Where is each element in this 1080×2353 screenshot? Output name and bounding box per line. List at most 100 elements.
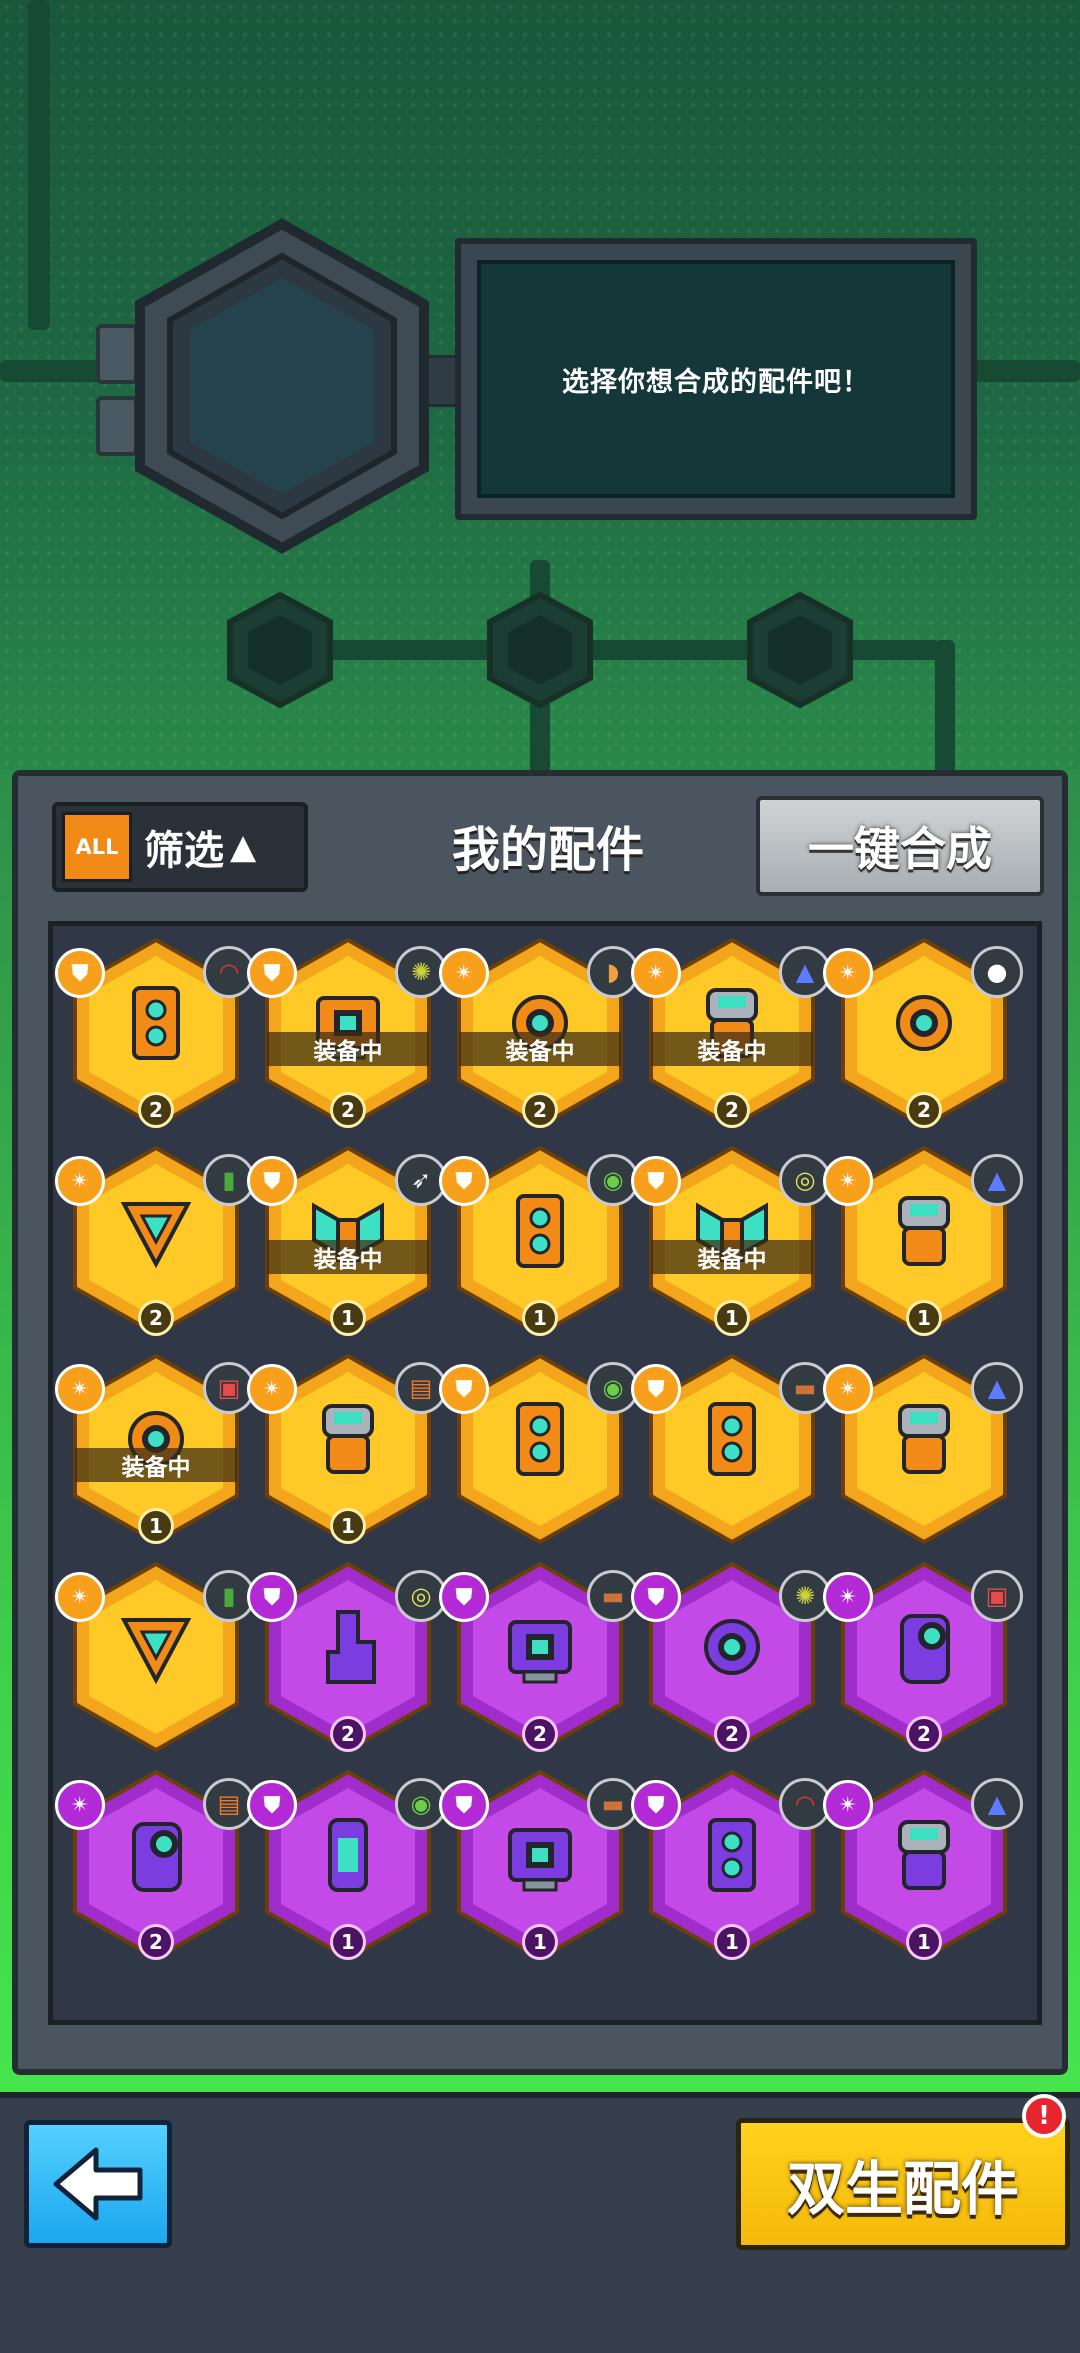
filter-button[interactable]: ALL 筛选 ▲ xyxy=(52,802,308,892)
level-badge: 1 xyxy=(714,1924,750,1960)
equipped-label: 装备中 xyxy=(267,1240,429,1274)
part-tile[interactable]: ✴ ▲ 1 xyxy=(823,1142,1023,1342)
filter-label: 筛选 xyxy=(144,828,224,874)
ball-icon: ● xyxy=(971,946,1023,998)
claw-type-icon: ✴ xyxy=(631,948,681,998)
part-tile[interactable]: ⛊ ▬ 2 xyxy=(439,1558,639,1758)
part-tile[interactable]: ⛊ ✺ 装备中 2 xyxy=(247,934,447,1134)
part-artwork xyxy=(704,1619,760,1675)
part-tile[interactable]: ✴ ▲ 装备中 2 xyxy=(631,934,831,1134)
level-badge: 1 xyxy=(330,1300,366,1336)
part-tile[interactable]: ✴ ▮ 2 xyxy=(55,1142,255,1342)
shield-type-icon: ⛊ xyxy=(247,1780,297,1830)
merge-all-button[interactable]: 一键合成 xyxy=(756,796,1044,896)
part-artwork xyxy=(120,1202,192,1269)
arrow-left-icon xyxy=(53,2147,143,2221)
claw-type-icon: ✴ xyxy=(55,1156,105,1206)
part-tile[interactable]: ⛊ ◉ xyxy=(439,1350,639,1550)
part-tile[interactable]: ✴ ▤ 1 xyxy=(247,1350,447,1550)
part-tile[interactable]: ⛊ ▬ xyxy=(631,1350,831,1550)
level-badge: 1 xyxy=(138,1508,174,1544)
part-tile[interactable]: ⛊ ➶ 装备中 1 xyxy=(247,1142,447,1342)
part-tile[interactable]: ⛊ ◠ 2 xyxy=(55,934,255,1134)
part-tile[interactable]: ⛊ ✺ 2 xyxy=(631,1558,831,1758)
shield-type-icon: ⛊ xyxy=(631,1572,681,1622)
level-badge: 2 xyxy=(138,1300,174,1336)
claw-type-icon: ✴ xyxy=(823,1364,873,1414)
claw-type-icon: ✴ xyxy=(439,948,489,998)
part-tile[interactable]: ✴ ▲ xyxy=(823,1350,1023,1550)
twin-parts-button[interactable]: 双生配件 xyxy=(736,2118,1070,2250)
equipped-label: 装备中 xyxy=(75,1448,237,1482)
part-tile[interactable]: ⛊ ◎ 装备中 1 xyxy=(631,1142,831,1342)
level-badge: 2 xyxy=(138,1092,174,1128)
level-badge: 2 xyxy=(906,1092,942,1128)
part-tile[interactable]: ✴ ◗ 装备中 2 xyxy=(439,934,639,1134)
level-badge: 2 xyxy=(906,1716,942,1752)
level-badge: 1 xyxy=(714,1300,750,1336)
part-tile[interactable]: ⛊ ◉ 1 xyxy=(439,1142,639,1342)
part-artwork xyxy=(132,1822,182,1892)
level-badge: 2 xyxy=(522,1716,558,1752)
part-tile[interactable]: ✴ ▲ 1 xyxy=(823,1766,1023,1966)
filter-all-tag: ALL xyxy=(62,812,132,882)
shield-type-icon: ⛊ xyxy=(439,1364,489,1414)
claw-type-icon: ✴ xyxy=(823,1780,873,1830)
shield-type-icon: ⛊ xyxy=(631,1156,681,1206)
shield-type-icon: ⛊ xyxy=(439,1780,489,1830)
shield-type-icon: ⛊ xyxy=(631,1364,681,1414)
cone-icon: ▲ xyxy=(971,1778,1023,1830)
part-artwork xyxy=(326,1610,376,1684)
synthesis-slot[interactable] xyxy=(132,216,462,556)
part-tile[interactable]: ⛊ ◠ 1 xyxy=(631,1766,831,1966)
shield-type-icon: ⛊ xyxy=(439,1572,489,1622)
level-badge: 1 xyxy=(906,1300,942,1336)
level-badge: 2 xyxy=(330,1092,366,1128)
part-tile[interactable]: ⛊ ◎ 2 xyxy=(247,1558,447,1758)
part-tile[interactable]: ⛊ ◉ 1 xyxy=(247,1766,447,1966)
part-tile[interactable]: ✴ ▣ 2 xyxy=(823,1558,1023,1758)
claw-type-icon: ✴ xyxy=(823,1572,873,1622)
level-badge: 2 xyxy=(714,1092,750,1128)
parts-grid[interactable]: ⛊ ◠ 2 ⛊ ✺ 装备中 2 ✴ ◗ 装备中 2 ✴ ▲ 装备中 2 ✴ ● 2 ✴ ▮ 2 ⛊ ➶ 装备中 1 xyxy=(48,921,1042,2025)
equipped-label: 装备中 xyxy=(267,1032,429,1066)
part-tile[interactable]: ✴ ● 2 xyxy=(823,934,1023,1134)
part-tile[interactable]: ✴ ▮ xyxy=(55,1558,255,1758)
part-artwork xyxy=(896,995,952,1051)
part-artwork xyxy=(120,1618,192,1685)
part-tile[interactable]: ✴ ▣ 装备中 1 xyxy=(55,1350,255,1550)
prompt-text: 选择你想合成的配件吧！ xyxy=(562,366,870,398)
alert-badge: ! xyxy=(1022,2094,1066,2138)
triangle-up-icon: ▲ xyxy=(230,827,257,867)
claw-type-icon: ✴ xyxy=(55,1364,105,1414)
shield-type-icon: ⛊ xyxy=(247,1156,297,1206)
shield-type-icon: ⛊ xyxy=(55,948,105,998)
level-badge: 2 xyxy=(330,1716,366,1752)
shield-type-icon: ⛊ xyxy=(631,1780,681,1830)
shield-type-icon: ⛊ xyxy=(247,948,297,998)
part-tile[interactable]: ✴ ▤ 2 xyxy=(55,1766,255,1966)
empty-slot-hex xyxy=(487,591,593,709)
level-badge: 2 xyxy=(714,1716,750,1752)
level-badge: 1 xyxy=(522,1924,558,1960)
back-button[interactable] xyxy=(24,2120,172,2248)
part-artwork xyxy=(508,1620,572,1684)
part-artwork xyxy=(898,1404,950,1474)
claw-type-icon: ✴ xyxy=(823,1156,873,1206)
battery-icon: ▣ xyxy=(971,1570,1023,1622)
pipe xyxy=(28,0,50,330)
claw-type-icon: ✴ xyxy=(823,948,873,998)
part-tile[interactable]: ⛊ ▬ 1 xyxy=(439,1766,639,1966)
level-badge: 2 xyxy=(522,1092,558,1128)
empty-slot-hex xyxy=(747,591,853,709)
prompt-screen: 选择你想合成的配件吧！ xyxy=(455,238,977,520)
part-artwork xyxy=(328,1818,368,1892)
panel-title: 我的配件 xyxy=(451,822,644,878)
part-artwork xyxy=(132,986,180,1060)
level-badge: 1 xyxy=(522,1300,558,1336)
claw-type-icon: ✴ xyxy=(55,1780,105,1830)
part-artwork xyxy=(708,1402,756,1476)
prompt-display: 选择你想合成的配件吧！ xyxy=(477,260,955,498)
level-badge: 1 xyxy=(330,1508,366,1544)
part-artwork xyxy=(508,1828,572,1892)
